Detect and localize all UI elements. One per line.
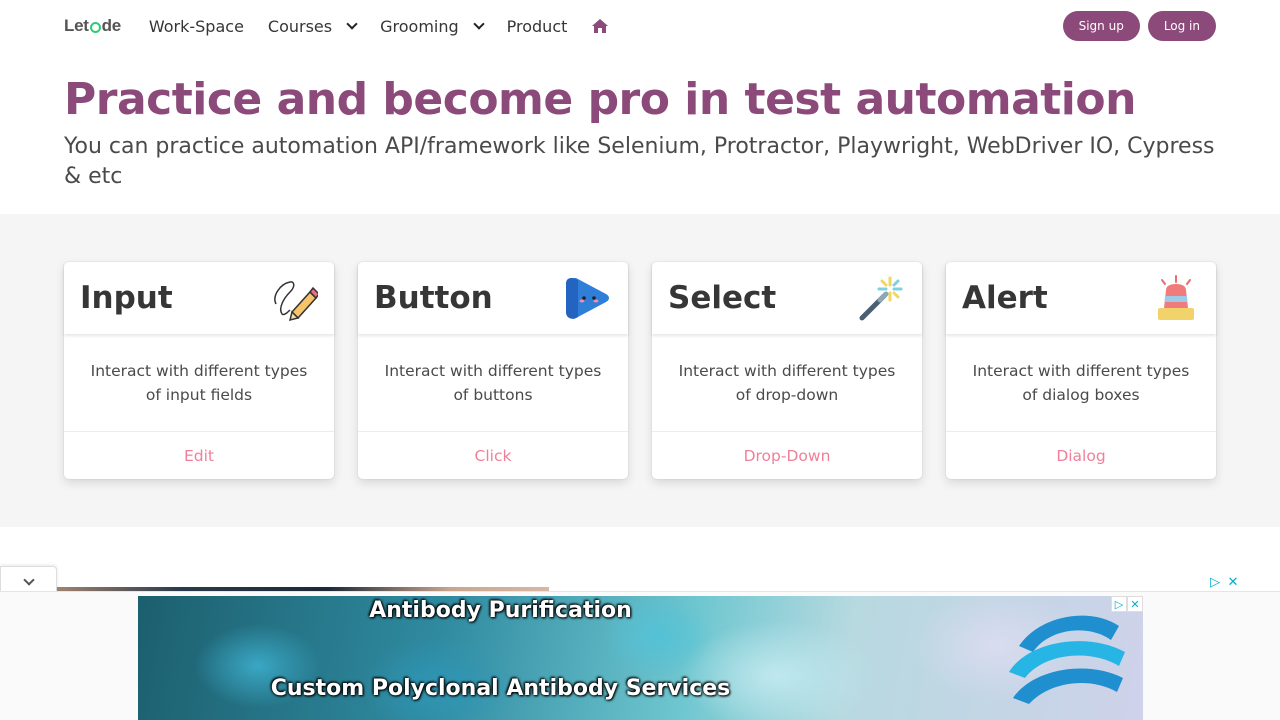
dropdown-link[interactable]: Drop-Down [652, 431, 922, 479]
nav-product-label: Product [506, 16, 568, 36]
nav-courses-label: Courses [267, 16, 333, 36]
magic-wand-icon [859, 276, 903, 321]
home-link[interactable] [591, 18, 609, 34]
card-header: Alert [946, 262, 1216, 334]
chevron-down-icon [22, 573, 35, 586]
card-description: Interact with different types of input f… [90, 361, 308, 404]
nav-workspace-label: Work-Space [148, 16, 244, 36]
card-alert: Alert Interact with different types of d… [946, 262, 1216, 479]
page-subtitle: You can practice automation API/framewor… [64, 134, 1215, 189]
adchoices-icon[interactable]: ▷ [1111, 596, 1127, 612]
card-button: Button Interact with different types of … [358, 262, 628, 479]
hero-section: Practice and become pro in test automati… [64, 70, 1224, 192]
ad-headline: Antibody Purification [369, 598, 632, 623]
card-input: Input Interact with different types of i… [64, 262, 334, 479]
close-icon[interactable]: ✕ [1226, 576, 1240, 590]
nav-workspace[interactable]: Work-Space [149, 17, 244, 36]
ad-choices: ▷ ✕ [1208, 576, 1240, 590]
ad-tagline: Custom Polyclonal Antibody Services [270, 676, 731, 701]
practice-cards-section: Input Interact with different types of i… [0, 214, 1280, 527]
close-icon[interactable]: ✕ [1127, 596, 1143, 612]
adchoices-icon[interactable]: ▷ [1208, 576, 1222, 590]
click-link[interactable]: Click [358, 431, 628, 479]
card-select: Select Interact with different types of … [652, 262, 922, 479]
ad-banner[interactable]: Antibody Purification Custom Polyclonal … [138, 596, 1143, 720]
cards-row: Input Interact with different types of i… [64, 262, 1216, 479]
ad-close-controls: ▷ ✕ [1111, 596, 1143, 612]
card-description: Interact with different types of dialog … [972, 361, 1190, 404]
card-title: Select [668, 280, 777, 316]
nav-grooming-label: Grooming [380, 16, 459, 36]
chevron-down-icon [472, 18, 485, 30]
card-title: Button [374, 280, 493, 316]
chevron-down-icon [346, 18, 358, 30]
letcode-logo[interactable]: Let de [64, 16, 121, 36]
page-title: Practice and become pro in test automati… [64, 74, 1136, 125]
auth-buttons: Sign up Log in [1062, 11, 1216, 41]
nav-grooming-dropdown[interactable]: Grooming [380, 16, 485, 36]
dialog-link[interactable]: Dialog [946, 431, 1216, 479]
card-description: Interact with different types of drop-do… [678, 361, 896, 404]
signup-button[interactable]: Sign up [1062, 11, 1140, 41]
login-button[interactable]: Log in [1147, 11, 1216, 41]
card-header: Select [652, 262, 922, 334]
nav-product[interactable]: Product [507, 17, 568, 36]
card-description: Interact with different types of buttons [384, 361, 602, 404]
card-header: Input [64, 262, 334, 334]
edit-link[interactable]: Edit [64, 431, 334, 479]
siren-icon [1158, 275, 1194, 320]
home-icon [592, 19, 609, 33]
card-title: Input [80, 280, 173, 316]
play-button-icon [566, 278, 609, 319]
top-navbar: Let de Work-Space Courses Grooming Produc… [0, 0, 1280, 52]
card-title: Alert [962, 280, 1048, 316]
nav-courses-dropdown[interactable]: Courses [267, 16, 358, 36]
pencil-icon [274, 281, 318, 322]
ad-brand-logo-icon [1009, 615, 1125, 704]
card-header: Button [358, 262, 628, 334]
